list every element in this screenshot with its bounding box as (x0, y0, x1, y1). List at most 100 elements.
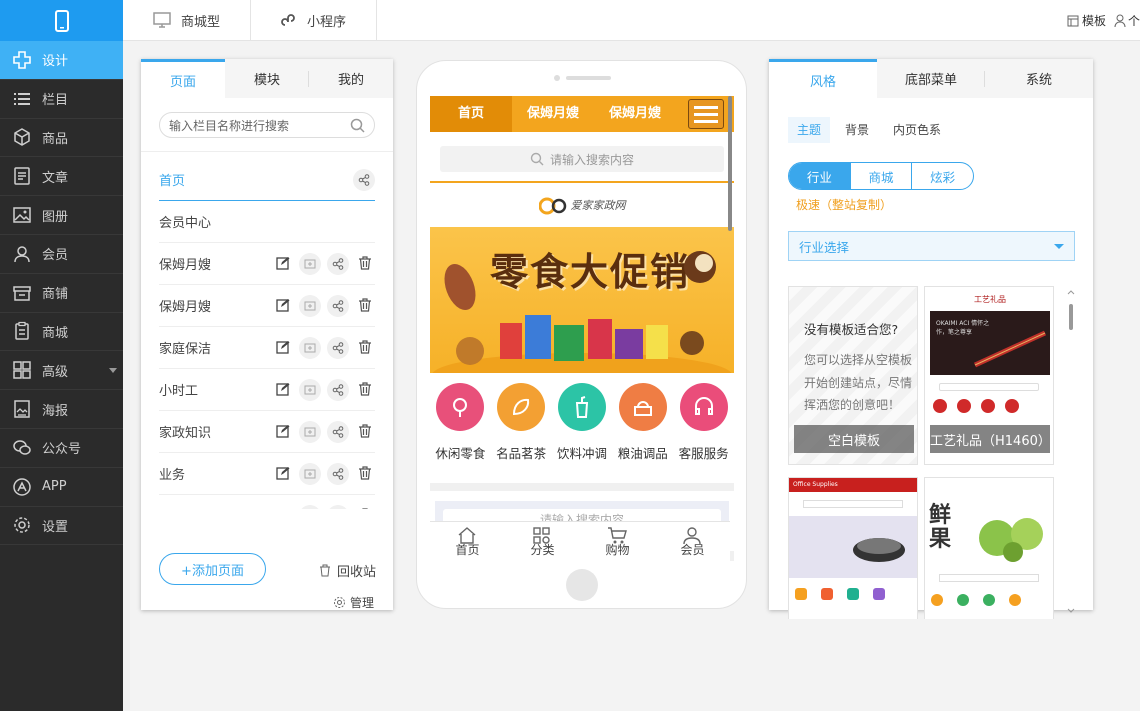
page-row[interactable]: 会员中心 (159, 201, 375, 243)
scrollbar-thumb[interactable] (1069, 304, 1073, 330)
tab-pages[interactable]: 页面 (141, 59, 225, 98)
share-icon[interactable] (327, 336, 349, 359)
tab-bottom-menu[interactable]: 底部菜单 (877, 59, 985, 98)
category-shortcut[interactable]: 客服服务 (675, 383, 733, 483)
template-card-blank[interactable]: 没有模板适合您? 您可以选择从空模板开始创建站点，尽情挥洒您的创意吧！ 空白模板 (788, 286, 918, 465)
segment-mall[interactable]: 商城 (851, 163, 913, 189)
add-subpage-icon[interactable] (299, 294, 321, 317)
sidebar-item-app[interactable]: APP (0, 468, 123, 507)
user-menu[interactable]: 个 (1114, 12, 1140, 29)
add-subpage-icon[interactable] (299, 252, 321, 275)
share-icon[interactable] (353, 168, 375, 191)
subtab-background[interactable]: 背景 (836, 117, 878, 143)
template-scrollbar[interactable] (1066, 289, 1076, 614)
share-icon[interactable] (327, 252, 349, 275)
add-page-button[interactable]: +添加页面 (159, 553, 266, 585)
page-row[interactable]: 保姆月嫂 (159, 243, 375, 285)
add-subpage-icon[interactable] (299, 504, 321, 509)
page-row[interactable]: 休闲食品 (159, 495, 375, 509)
tabbar-cart[interactable]: 购物 (605, 526, 630, 557)
trash-icon[interactable] (355, 253, 375, 273)
add-subpage-icon[interactable] (299, 420, 321, 443)
share-icon[interactable] (327, 294, 349, 317)
edit-icon[interactable] (273, 295, 293, 315)
sidebar-item-settings[interactable]: 设置 (0, 507, 123, 546)
tabbar-home[interactable]: 首页 (455, 526, 480, 557)
mobile-nav-item[interactable]: 首页 (430, 96, 512, 132)
mobile-nav-item[interactable]: 保姆月嫂 (512, 96, 594, 132)
category-shortcut[interactable]: 休闲零食 (431, 383, 489, 483)
sidebar-item-advanced[interactable]: 高级 (0, 351, 123, 391)
sidebar-item-poster[interactable]: 海报 (0, 390, 123, 429)
sidebar-item-stores[interactable]: 商铺 (0, 274, 123, 313)
edit-icon[interactable] (273, 421, 293, 441)
edit-icon[interactable] (273, 463, 293, 483)
page-row[interactable]: 小时工 (159, 369, 375, 411)
subtab-theme[interactable]: 主题 (788, 117, 831, 143)
menu-icon[interactable] (688, 99, 724, 129)
mobile-preview-toggle[interactable] (0, 0, 123, 41)
sidebar-item-design[interactable]: 设计 (0, 41, 123, 80)
trash-icon[interactable] (355, 505, 375, 509)
page-row[interactable]: 家庭保洁 (159, 327, 375, 369)
trash-icon[interactable] (355, 295, 375, 315)
site-logo[interactable]: 爱家家政网 (430, 183, 734, 227)
trash-icon[interactable] (355, 463, 375, 483)
category-shortcut[interactable]: 名品茗茶 (492, 383, 550, 483)
tabbar-member[interactable]: 会员 (680, 526, 705, 557)
add-subpage-icon[interactable] (299, 462, 321, 485)
sidebar-item-columns[interactable]: 栏目 (0, 80, 123, 119)
edit-icon[interactable] (273, 337, 293, 357)
manage-button[interactable]: 管理 (333, 594, 374, 611)
add-subpage-icon[interactable] (299, 336, 321, 359)
sidebar-item-wechat[interactable]: 公众号 (0, 429, 123, 468)
gear-icon (14, 517, 30, 534)
fast-copy-link[interactable]: 极速（整站复制） (796, 196, 1093, 213)
page-row[interactable]: 业务 (159, 453, 375, 495)
industry-select[interactable]: 行业选择 (788, 231, 1075, 261)
share-icon[interactable] (327, 504, 349, 509)
column-search-input[interactable]: 输入栏目名称进行搜索 (159, 112, 375, 138)
sidebar-item-gallery[interactable]: 图册 (0, 196, 123, 235)
screen-scrollbar[interactable] (728, 96, 732, 231)
tab-modules[interactable]: 模块 (225, 59, 309, 98)
edit-icon[interactable] (273, 253, 293, 273)
sidebar-item-label: 商品 (42, 131, 69, 147)
segment-colorful[interactable]: 炫彩 (912, 163, 973, 189)
edit-icon[interactable] (273, 379, 293, 399)
trash-icon[interactable] (355, 379, 375, 399)
segment-industry[interactable]: 行业 (789, 163, 851, 189)
edit-icon[interactable] (273, 505, 293, 509)
sidebar-item-mall[interactable]: 商城 (0, 313, 123, 352)
tab-style[interactable]: 风格 (769, 59, 877, 98)
promo-banner[interactable]: 零食大促销 (430, 227, 734, 373)
page-row[interactable]: 保姆月嫂 (159, 285, 375, 327)
tab-mall-type[interactable]: 商城型 (123, 0, 252, 40)
category-shortcut[interactable]: 饮料冲调 (553, 383, 611, 483)
template-card-fruit[interactable]: 鲜果 (924, 477, 1054, 619)
trash-icon[interactable] (355, 337, 375, 357)
template-button[interactable]: 模板 (1067, 12, 1106, 29)
page-row[interactable]: 家政知识 (159, 411, 375, 453)
recycle-bin-button[interactable]: 回收站 (319, 561, 376, 580)
sidebar-item-products[interactable]: 商品 (0, 119, 123, 158)
tabbar-category[interactable]: 分类 (530, 526, 555, 557)
tab-system[interactable]: 系统 (985, 59, 1093, 98)
subtab-inner-colors[interactable]: 内页色系 (884, 117, 950, 143)
tabbar-label: 分类 (530, 542, 555, 557)
sidebar-item-articles[interactable]: 文章 (0, 157, 123, 197)
page-row[interactable]: 首页 (159, 159, 375, 201)
template-card-crafts[interactable]: 工艺礼品 OKAIMI ACI 情怀之作，笔之尊享 工艺礼品（H1460） (924, 286, 1054, 465)
mobile-search-input[interactable]: 请输入搜索内容 (440, 146, 724, 172)
share-icon[interactable] (327, 378, 349, 401)
template-card-office[interactable]: Office Supplies (788, 477, 918, 619)
mobile-nav-item[interactable]: 保姆月嫂 (594, 96, 676, 132)
add-subpage-icon[interactable] (299, 378, 321, 401)
tab-mine[interactable]: 我的 (309, 59, 393, 98)
category-shortcut[interactable]: 粮油调品 (614, 383, 672, 483)
share-icon[interactable] (327, 420, 349, 443)
trash-icon[interactable] (355, 421, 375, 441)
tab-mini-program[interactable]: 小程序 (251, 0, 378, 40)
sidebar-item-members[interactable]: 会员 (0, 235, 123, 274)
share-icon[interactable] (327, 462, 349, 485)
